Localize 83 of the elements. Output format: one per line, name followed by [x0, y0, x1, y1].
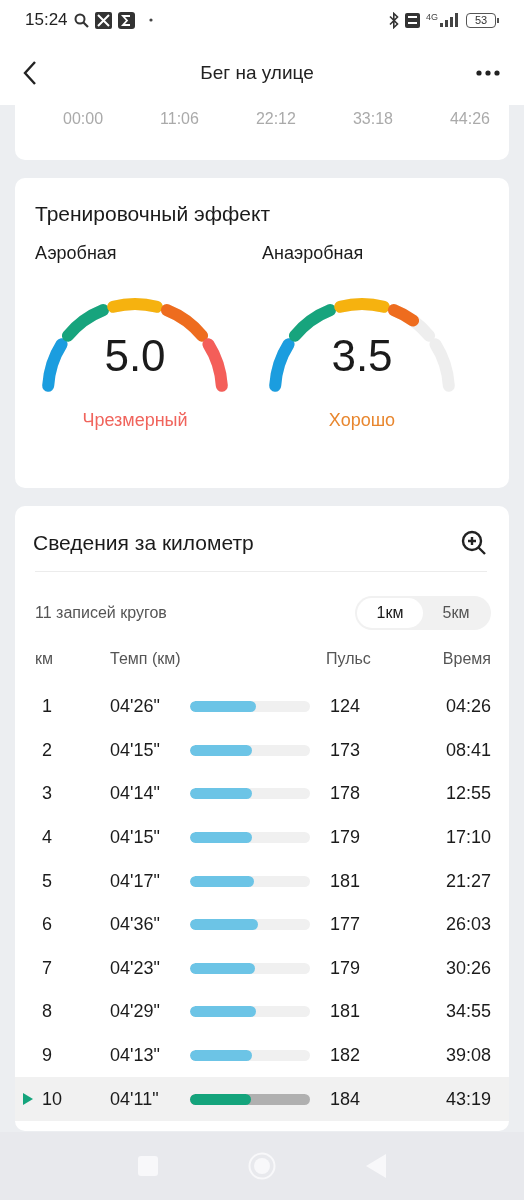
gauge-label: Анаэробная	[262, 243, 364, 263]
lap-row[interactable]: 5 04'17" 181 21:27	[15, 859, 509, 903]
lap-row[interactable]: 8 04'29" 181 34:55	[15, 990, 509, 1034]
unit-tab[interactable]: 1км	[357, 598, 423, 628]
table-cell-text: 1	[41, 696, 53, 718]
table-cell-text: 177	[329, 914, 362, 936]
axis-tick-label: 44:26	[449, 110, 490, 128]
table-cell-text: 181	[329, 870, 362, 892]
section-title: Тренировочный эффект	[35, 202, 272, 226]
table-cell-text: 12:55	[444, 783, 491, 805]
table-cell-text: 04'15"	[110, 827, 161, 849]
table-cell-text: 30:26	[444, 957, 491, 979]
section-title: Сведения за километр	[33, 531, 254, 555]
table-cell-text: 04'14"	[110, 783, 161, 805]
gauge-value: 5.0	[104, 334, 166, 378]
lap-row[interactable]: 3 04'14" 178 12:55	[15, 772, 509, 816]
table-cell-text: 8	[41, 1001, 53, 1023]
gauge-status: Чрезмерный	[81, 410, 189, 431]
table-cell-text: 04'36"	[110, 914, 161, 936]
table-cell-text: 178	[329, 783, 362, 805]
lap-row[interactable]: 4 04'15" 179 17:10	[15, 815, 509, 860]
column-header: Пульс	[325, 650, 372, 668]
table-cell-text: 182	[329, 1045, 362, 1067]
table-cell-text: 6	[41, 914, 53, 936]
lap-row[interactable]: 7 04'23" 179 30:26	[15, 946, 509, 991]
gauge-status: Хорошо	[327, 410, 397, 431]
table-cell-text: 04'23"	[110, 957, 161, 979]
column-header: Время	[441, 650, 491, 668]
table-cell-text: 181	[329, 1001, 362, 1023]
table-cell-text: 21:27	[444, 870, 491, 892]
sigma-app-icon	[117, 11, 135, 29]
table-cell-text: 17:10	[444, 827, 491, 849]
table-cell-text: 04'15"	[110, 739, 161, 761]
network-type: 4G	[426, 13, 438, 22]
play-icon	[23, 1093, 33, 1106]
bluetooth-icon	[389, 11, 399, 29]
table-cell-text: 7	[41, 957, 53, 979]
back-icon[interactable]	[22, 59, 38, 86]
table-cell-text: 43:19	[444, 1088, 491, 1110]
table-cell-text: 179	[329, 957, 362, 979]
unit-tab[interactable]: 5км	[423, 598, 489, 628]
search-icon	[73, 12, 89, 28]
clock-time: 15:24	[25, 10, 68, 30]
axis-tick-label: 00:00	[63, 110, 104, 128]
lap-row[interactable]: 6 04'36" 177 26:03	[15, 902, 509, 947]
lap-row[interactable]: 2 04'15" 173 08:41	[15, 728, 509, 773]
table-cell-text: 2	[41, 739, 53, 761]
lap-row[interactable]: 9 04'13" 182 39:08	[15, 1033, 509, 1078]
table-cell-text: 26:03	[444, 914, 491, 936]
table-cell-text: 34:55	[444, 1001, 491, 1023]
gauge-label: Аэробная	[35, 243, 117, 263]
column-header: км	[35, 650, 54, 668]
lap-row[interactable]: 1 04'26" 124 04:26	[15, 685, 509, 729]
axis-tick-label: 11:06	[160, 110, 199, 128]
more-icon[interactable]	[476, 69, 500, 76]
table-cell-text: 184	[329, 1088, 362, 1110]
table-cell-text: 179	[329, 827, 362, 849]
table-cell-text: 04'13"	[110, 1045, 161, 1067]
gauge-value: 3.5	[331, 334, 393, 378]
table-cell-text: 04'29"	[110, 1001, 161, 1023]
lap-row[interactable]: 10 04'11" 184 43:19	[15, 1077, 509, 1121]
axis-tick-label: 22:12	[255, 110, 296, 128]
table-cell-text: 173	[329, 739, 362, 761]
screen-title: Бег на улице	[200, 61, 314, 84]
table-cell-text: 04'17"	[110, 870, 161, 892]
table-cell-text: 5	[41, 870, 53, 892]
battery-level: 53	[466, 12, 496, 28]
signal-icon	[440, 13, 460, 27]
table-cell-text: 10	[41, 1088, 64, 1110]
table-cell-text: 9	[41, 1045, 53, 1067]
table-cell-text: 4	[41, 827, 53, 849]
table-cell-text: 3	[41, 783, 53, 805]
axis-tick-label: 33:18	[352, 110, 393, 128]
zoom-in-icon[interactable]	[461, 530, 487, 556]
table-cell-text: 04'26"	[110, 696, 161, 718]
table-cell-text: 39:08	[444, 1045, 491, 1067]
table-cell-text: 08:41	[444, 739, 491, 761]
table-cell-text: 04'11"	[110, 1088, 160, 1110]
table-cell-text: 124	[329, 696, 362, 718]
column-header: Темп (км)	[110, 650, 182, 668]
app-icon	[94, 11, 112, 29]
lap-count: 11 записей кругов	[35, 604, 167, 622]
table-cell-text: 04:26	[444, 696, 491, 718]
